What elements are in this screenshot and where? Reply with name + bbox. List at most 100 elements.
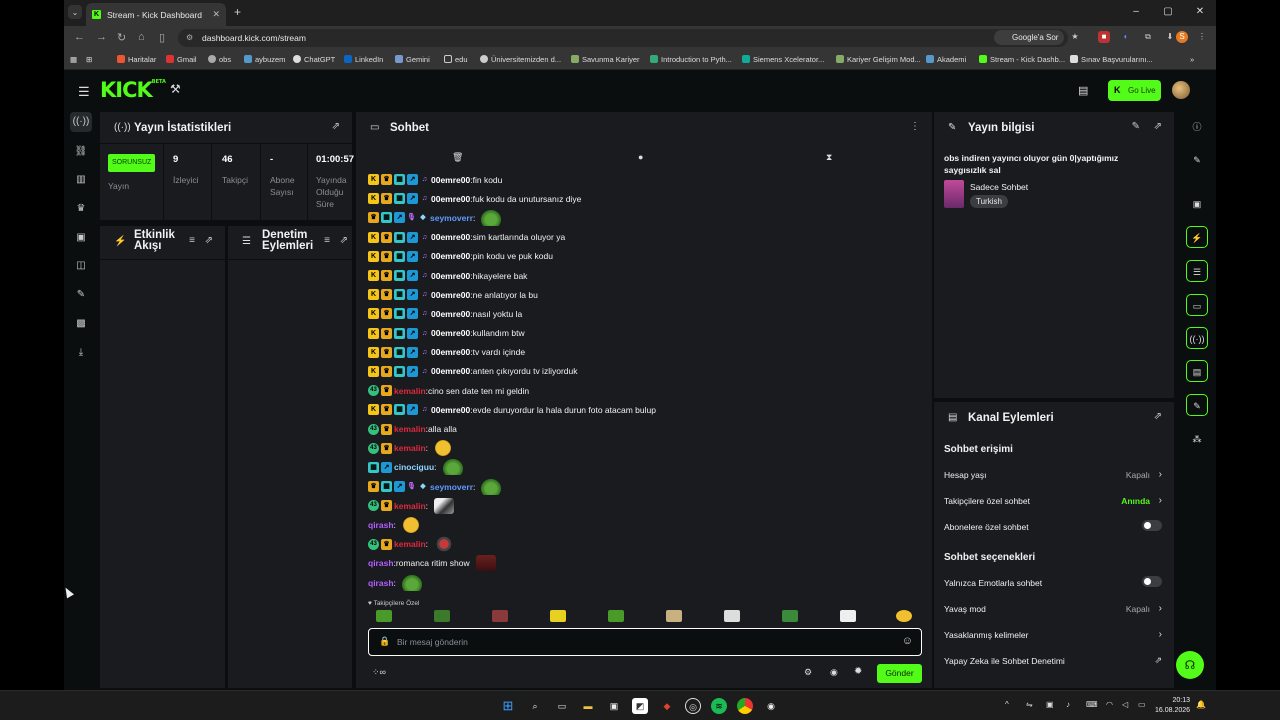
emote[interactable] [608, 610, 624, 622]
chat-message[interactable]: ♛ ▦ ↗ 🎙 ◆ seymoverr: [368, 208, 928, 227]
app-icon[interactable]: ◩ [632, 698, 648, 714]
spotify-icon[interactable]: ≋ [711, 698, 727, 714]
link-icon[interactable]: ⛓ [74, 146, 88, 157]
store-icon[interactable]: ▣ [606, 698, 622, 714]
emotes-only-toggle[interactable] [1142, 576, 1162, 587]
team-icon[interactable]: ▩ [74, 318, 88, 329]
brave-icon[interactable]: ◆ [659, 698, 675, 714]
bookmark-item[interactable]: obs [208, 55, 231, 64]
chat-username[interactable]: 00emre00 [431, 405, 470, 415]
emote[interactable] [666, 610, 682, 622]
battery-icon[interactable]: ▭ [1138, 700, 1146, 709]
bookmark-item[interactable]: Stream - Kick Dashb... [979, 55, 1065, 64]
chat-username[interactable]: qirash [368, 578, 394, 588]
support-chat-button[interactable]: ☊ [1176, 651, 1204, 679]
send-button[interactable]: Gönder [877, 664, 922, 683]
chat-input[interactable]: 🔒 Bir mesaj gönderin ☺ [368, 628, 922, 656]
download-icon[interactable]: ⤓ [74, 347, 88, 358]
trash-icon[interactable]: 🗑 [452, 152, 463, 163]
chat-message[interactable]: 43 ♛ kemalin: [368, 496, 928, 515]
chat-message[interactable]: 43 ♛ kemalin: [368, 439, 928, 458]
chat-username[interactable]: seymoverr [430, 482, 473, 492]
chat-message[interactable]: K ♛ ▦ ↗ ♫ 00emre00: tv vardı içinde [368, 343, 928, 362]
home-icon[interactable]: ⌂ [138, 31, 145, 43]
slow-mode-row[interactable]: Yavaş mod Kapalı › [944, 603, 1162, 614]
ai-moderation-row[interactable]: Yapay Zeka ile Sohbet Denetimi ⇗ [944, 655, 1162, 666]
chat-username[interactable]: cinociguu [394, 462, 434, 472]
popout-icon[interactable]: ⇗ [205, 235, 213, 246]
search-icon[interactable]: ⌕ [527, 698, 543, 714]
profile-icon[interactable]: S [1176, 31, 1188, 43]
bookmark-item[interactable]: edu [444, 55, 468, 64]
wrench-icon[interactable]: ✎ [74, 289, 88, 300]
chat-username[interactable]: 00emre00 [431, 194, 470, 204]
chat-message[interactable]: K ♛ ▦ ↗ ♫ 00emre00: pin kodu ve puk kodu [368, 247, 928, 266]
list-icon[interactable]: ☰ [1186, 260, 1208, 282]
emoji-icon[interactable]: ☺ [902, 635, 913, 647]
filter-icon[interactable]: ≡ [189, 235, 195, 246]
filter-icon[interactable]: ≡ [324, 235, 330, 246]
emote[interactable] [840, 610, 856, 622]
start-icon[interactable]: ⊞ [500, 698, 516, 714]
chat-bubble-icon[interactable]: ◉ [830, 667, 838, 678]
trophy-icon[interactable]: ♛ [74, 203, 88, 214]
extensions-icon[interactable]: ⧉ [1142, 31, 1154, 43]
wifi-icon[interactable]: ◠ [1106, 700, 1113, 709]
chat-message[interactable]: qirash: [368, 573, 928, 592]
popout-icon[interactable]: ⇗ [340, 235, 348, 246]
file-explorer-icon[interactable]: ▬ [580, 698, 596, 714]
analytics-icon[interactable]: ◫ [74, 260, 88, 271]
edit-icon[interactable]: ✎ [1132, 121, 1140, 132]
actions-icon[interactable]: ▤ [1186, 360, 1208, 382]
stream-icon[interactable]: ((·)) [70, 112, 92, 132]
avatar[interactable] [1172, 81, 1190, 99]
chat-icon[interactable]: ▭ [1186, 294, 1208, 316]
google-ask-button[interactable]: Google'a Sor [994, 30, 1065, 45]
grid-icon[interactable]: ⊞ [86, 55, 92, 64]
emote[interactable] [550, 610, 566, 622]
banned-words-row[interactable]: Yasaklanmış kelimeler › [944, 629, 1162, 640]
bookmark-item[interactable]: Introduction to Pyth... [650, 55, 732, 64]
chat-message[interactable]: 43 ♛ kemalin: [368, 535, 928, 554]
chat-message[interactable]: K ♛ ▦ ↗ ♫ 00emre00: kullandım btw [368, 324, 928, 343]
hourglass-icon[interactable]: ⧗ [826, 152, 832, 163]
chat-message[interactable]: K ♛ ▦ ↗ ♫ 00emre00: evde duruyordur la hala d… [368, 400, 928, 419]
points-icon[interactable]: ⁘∞ [372, 667, 386, 678]
edit-icon[interactable]: ✎ [1186, 149, 1208, 171]
bookmark-item[interactable]: Siemens Xcelerator... [742, 55, 824, 64]
chat-message[interactable]: K ♛ ▦ ↗ ♫ 00emre00: fin kodu [368, 170, 928, 189]
more-options-icon[interactable]: ⋮ [910, 121, 920, 132]
bookmark-item[interactable]: Gmail [166, 55, 197, 64]
bookmark-item[interactable]: ChatGPT [293, 55, 335, 64]
chat-username[interactable]: 00emre00 [431, 175, 470, 185]
back-icon[interactable]: ← [74, 31, 85, 43]
new-tab-icon[interactable]: + [234, 5, 241, 19]
chat-username[interactable]: 00emre00 [431, 251, 470, 261]
chat-message[interactable]: qirash: [368, 515, 928, 534]
volume-icon[interactable]: ◁ [1122, 700, 1128, 709]
forward-icon[interactable]: → [96, 31, 107, 43]
chat-message[interactable]: K ♛ ▦ ↗ ♫ 00emre00: fuk kodu da unutursanız d… [368, 189, 928, 208]
wrench-icon[interactable]: ✎ [1186, 394, 1208, 416]
bookmark-item[interactable]: LinkedIn [344, 55, 383, 64]
chat-username[interactable]: seymoverr [430, 213, 473, 223]
maximize-icon[interactable]: ▢ [1152, 0, 1184, 26]
extension-badge-icon[interactable]: ■ [1098, 31, 1110, 43]
tray-icon[interactable]: ▣ [1046, 700, 1054, 709]
chat-username[interactable]: 00emre00 [431, 232, 470, 242]
url-bar[interactable]: ⚙ dashboard.kick.com/stream [178, 29, 1068, 47]
chrome-icon[interactable] [737, 698, 753, 714]
subs-only-toggle[interactable] [1142, 520, 1162, 531]
chat-message[interactable]: K ♛ ▦ ↗ ♫ 00emre00: hikayelere bak [368, 266, 928, 285]
app-icon[interactable]: ◎ [685, 698, 701, 714]
mic-icon[interactable]: ♪ [1066, 700, 1070, 709]
lightning-icon[interactable]: ⚡ [1186, 226, 1208, 248]
bookmark-item[interactable]: Savunma Kariyer [571, 55, 640, 64]
bookmark-item[interactable]: aybuzem [244, 55, 285, 64]
close-tab-icon[interactable]: ✕ [212, 9, 220, 20]
chat-username[interactable]: 00emre00 [431, 271, 470, 281]
keyboard-icon[interactable]: ⌨ [1086, 700, 1098, 709]
settings-icon[interactable]: ⚙ [804, 667, 812, 678]
chat-message[interactable]: 43 ♛ kemalin: cino sen date ten mi geldin [368, 381, 928, 400]
chat-message[interactable]: K ♛ ▦ ↗ ♫ 00emre00: anten çıkıyordu tv izliyo… [368, 362, 928, 381]
